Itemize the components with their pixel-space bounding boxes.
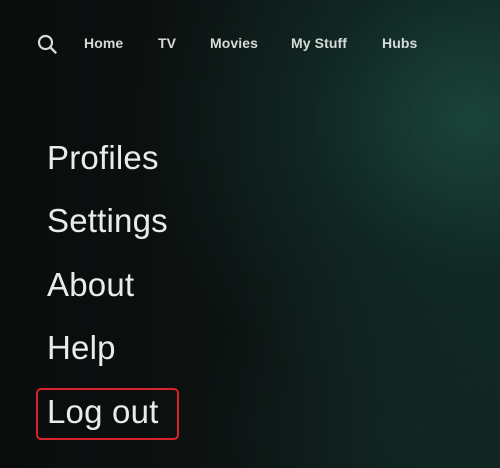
search-icon[interactable] [36, 33, 58, 55]
menu-item-profiles[interactable]: Profiles [47, 138, 159, 178]
nav-item-home[interactable]: Home [84, 34, 123, 52]
menu-item-about[interactable]: About [47, 265, 134, 305]
menu-item-help[interactable]: Help [47, 328, 116, 368]
nav-item-movies[interactable]: Movies [210, 34, 258, 52]
nav-item-hubs[interactable]: Hubs [382, 34, 417, 52]
top-navigation-bar: Home TV Movies My Stuff Hubs [0, 0, 500, 86]
nav-item-my-stuff[interactable]: My Stuff [291, 34, 347, 52]
menu-item-settings[interactable]: Settings [47, 201, 168, 241]
nav-item-tv[interactable]: TV [158, 34, 176, 52]
menu-item-log-out[interactable]: Log out [47, 392, 159, 432]
